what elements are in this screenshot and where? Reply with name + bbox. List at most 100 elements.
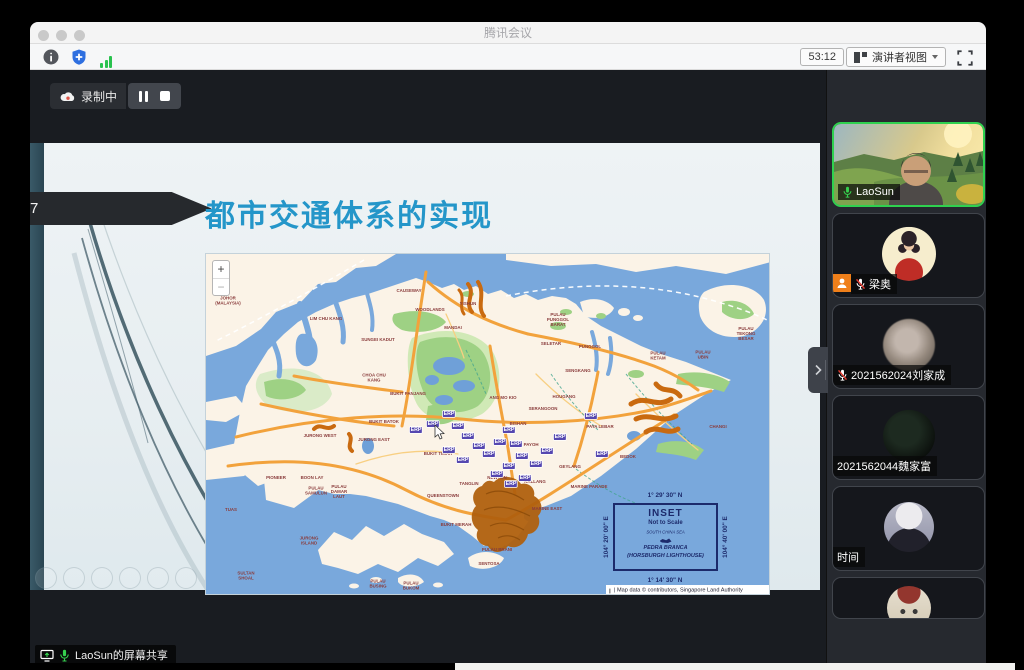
map-place-label: PULAU BRANI <box>482 548 512 553</box>
map-place-label: PAYA LEBAR <box>586 425 613 430</box>
slide-nav-control[interactable] <box>91 567 113 589</box>
map-place-label: PULAU BUKOM <box>403 581 420 591</box>
map-place-label: PULAU KETAM <box>650 351 665 361</box>
inset-lat-top: 1° 29' 30" N <box>648 491 683 498</box>
slide-nav-control[interactable] <box>175 567 197 589</box>
erp-gantry-marker: ERP <box>515 452 529 460</box>
map-place-label: JURONG WEST <box>304 434 337 439</box>
map-place-label: PUNGGOL <box>579 345 601 350</box>
participant-tile[interactable]: 2021562044魏家富 <box>832 395 985 480</box>
map-place-label: ANG MO KIO <box>489 396 516 401</box>
map-place-label: WOODLANDS <box>415 308 444 313</box>
erp-gantry-marker: ERP <box>451 422 465 430</box>
map-place-label: PIONEER <box>266 476 286 481</box>
meeting-info-icon[interactable] <box>42 48 60 66</box>
recording-indicator: 录制中 <box>50 83 181 109</box>
participant-panel: LaoSun 梁奥 <box>826 70 986 663</box>
participant-name-chip: LaoSun <box>838 184 900 200</box>
desktop-background: 腾讯会议 53:12 演讲者视图 <box>0 0 1024 670</box>
slide-nav-control[interactable] <box>63 567 85 589</box>
map-attribution: | Map data © contributors, Singapore Lan… <box>606 585 770 595</box>
participant-name: 梁奥 <box>869 276 891 292</box>
panel-collapse-handle[interactable] <box>808 347 828 393</box>
map-place-label: PULAU DAMAR LAUT <box>331 485 347 500</box>
erp-gantry-marker: ERP <box>509 440 523 448</box>
meeting-toolbar: 53:12 演讲者视图 <box>30 44 986 70</box>
map-inset-box: INSET Not to Scale SOUTH CHINA SEA PEDRA… <box>613 503 718 571</box>
participant-tile[interactable] <box>832 577 985 619</box>
recording-label: 录制中 <box>81 88 117 105</box>
zoom-out-button[interactable]: − <box>213 278 229 295</box>
erp-gantry-marker: ERP <box>504 480 518 488</box>
map-place-label: PULAU SAMULUN <box>305 486 327 496</box>
slide-nav-control[interactable] <box>119 567 141 589</box>
erp-gantry-marker: ERP <box>490 470 504 478</box>
participant-name: 2021562044魏家富 <box>837 458 931 474</box>
inset-subtitle: Not to Scale <box>623 520 709 526</box>
background-window-strip <box>455 663 1015 670</box>
map-place-label: PULAU BUSING <box>369 579 386 589</box>
view-mode-label: 演讲者视图 <box>872 49 927 65</box>
map-place-label: SENTOSA <box>478 562 499 567</box>
map-place-label: SENGKANG <box>565 369 590 374</box>
erp-gantry-marker: ERP <box>442 446 456 454</box>
slide-nav-control[interactable] <box>147 567 169 589</box>
inset-lon-right: 104° 40' 00" E <box>721 516 728 558</box>
erp-gantry-marker: ERP <box>584 412 598 420</box>
map-place-label: GEYLANG <box>559 465 581 470</box>
map-place-label: BEDOK <box>620 455 636 460</box>
participant-tile[interactable]: 梁奥 <box>832 213 985 298</box>
erp-gantry-marker: ERP <box>461 432 475 440</box>
participant-avatar <box>883 318 935 370</box>
mic-on-icon <box>842 186 853 198</box>
map-zoom-control: + − <box>212 260 230 296</box>
map-place-label: PULAU UBIN <box>695 350 710 360</box>
pause-recording-button[interactable] <box>139 91 148 102</box>
map-place-label: JURONG EAST <box>358 438 390 443</box>
slide-nav-control[interactable] <box>35 567 57 589</box>
mic-muted-icon <box>855 278 866 290</box>
stop-recording-button[interactable] <box>160 91 170 101</box>
layout-view-icon <box>854 52 867 63</box>
recording-status: 录制中 <box>50 83 126 109</box>
inset-island-sublabel: (HORSBURGH LIGHTHOUSE) <box>626 553 705 559</box>
recording-controls <box>128 83 181 109</box>
cloud-recording-icon <box>59 89 75 103</box>
inset-sea-label: SOUTH CHINA SEA <box>635 530 696 534</box>
map-place-label: MARINE EAST <box>532 507 562 512</box>
pedra-branca-island-shape <box>660 538 672 543</box>
participant-tile[interactable]: 2021562024刘家成 <box>832 304 985 389</box>
erp-gantry-marker: ERP <box>409 426 423 434</box>
erp-gantry-marker: ERP <box>493 438 507 446</box>
zoom-in-button[interactable]: + <box>213 261 229 278</box>
map-place-label: MARINE PARADE <box>571 485 608 490</box>
slide-nav-controls <box>35 567 197 589</box>
fullscreen-icon[interactable] <box>956 49 974 67</box>
participant-name: LaoSun <box>856 186 894 198</box>
map-place-label: QUEENSTOWN <box>427 494 459 499</box>
map-place-label: KALLANG <box>524 480 546 485</box>
cohost-icon <box>833 274 851 292</box>
screen-share-icon <box>40 649 54 662</box>
map-place-label: BUKIT PANJANG <box>390 392 426 397</box>
inset-lon-left: 104° 20' 00" E <box>602 516 609 558</box>
slide-number: 27 <box>30 200 38 217</box>
view-mode-dropdown[interactable]: 演讲者视图 <box>846 47 946 67</box>
erp-gantry-marker: ERP <box>482 450 496 458</box>
chevron-down-icon <box>932 55 938 59</box>
mic-on-icon <box>59 649 70 662</box>
participant-tile[interactable]: 时间 <box>832 486 985 571</box>
participant-name-chip: 2021562044魏家富 <box>833 456 937 476</box>
erp-gantry-marker: ERP <box>540 447 554 455</box>
participant-name-chip: 2021562024刘家成 <box>833 365 951 385</box>
participant-tile[interactable]: LaoSun <box>832 122 985 207</box>
mic-muted-icon <box>837 369 848 381</box>
map-place-label: PULAU PUNGGOL BARAT <box>547 313 569 328</box>
participant-name-chip: 梁奥 <box>833 274 897 294</box>
erp-gantry-marker: ERP <box>595 450 609 458</box>
map-place-label: BUKIT BATOK <box>369 420 399 425</box>
singapore-map[interactable]: JOHOR (MALAYSIA)LIM CHU KANGSUNGEI KADUT… <box>205 253 770 595</box>
map-place-label: BOON LAY <box>301 476 324 481</box>
security-shield-icon[interactable] <box>70 48 88 66</box>
map-place-label: CHANGI <box>709 425 726 430</box>
